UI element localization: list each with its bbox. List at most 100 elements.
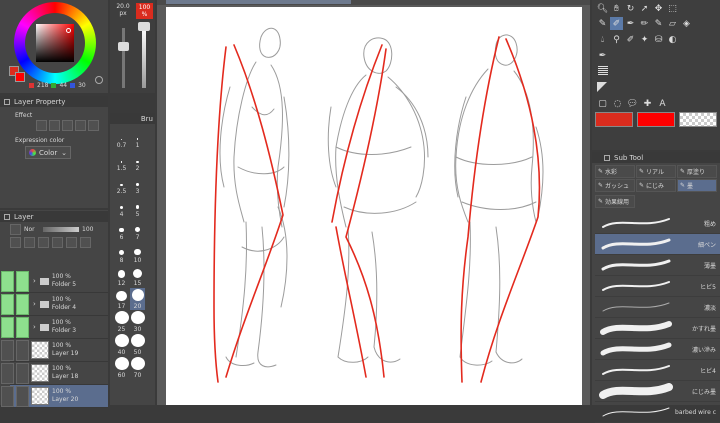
layer-lock-toggle[interactable] bbox=[16, 362, 29, 384]
sub-color-swatch[interactable] bbox=[15, 72, 25, 82]
layer-reference-button[interactable] bbox=[24, 237, 35, 248]
balloon-icon[interactable]: 💬︎ bbox=[626, 97, 639, 110]
eyedropper-icon[interactable]: ⚲ bbox=[610, 33, 623, 46]
brush-list-item[interactable]: barbed wire c bbox=[595, 402, 720, 423]
sub-tool-group-tab[interactable]: ✎ にじみ bbox=[636, 179, 676, 192]
brush-size-preset[interactable]: 70 bbox=[130, 357, 145, 379]
selection-icon[interactable]: ⬚ bbox=[666, 2, 679, 15]
brush-size-preset[interactable]: 4 bbox=[114, 196, 129, 218]
brush-size-preset[interactable]: 12 bbox=[114, 265, 129, 287]
rotate-icon[interactable]: ↻ bbox=[624, 2, 637, 15]
layer-lock-toggle[interactable] bbox=[16, 385, 29, 407]
layer-visibility-toggle[interactable] bbox=[1, 339, 14, 361]
layer-move-icon[interactable]: ✥ bbox=[652, 2, 665, 15]
layer-row[interactable]: 100 % Layer 18 bbox=[1, 362, 108, 385]
brush-size-preset[interactable]: 1 bbox=[130, 127, 145, 149]
layer-row[interactable]: 100 % Layer 19 bbox=[1, 339, 108, 362]
sub-drawing-color-swatch[interactable] bbox=[637, 112, 675, 127]
fill-icon[interactable]: ◈ bbox=[680, 17, 693, 30]
gradient-tool-icon[interactable] bbox=[598, 66, 608, 76]
frame-icon[interactable]: ▢ bbox=[596, 97, 609, 110]
gradient-icon[interactable]: ◐ bbox=[666, 33, 679, 46]
layer-row[interactable]: › 100 % Folder 3 bbox=[1, 316, 108, 339]
brush-size-preset[interactable]: 1.5 bbox=[114, 150, 129, 172]
brush-size-preset[interactable]: 25 bbox=[114, 311, 129, 333]
layer-opacity-value[interactable]: 100 bbox=[82, 226, 93, 233]
transparent-color-swatch[interactable] bbox=[679, 112, 717, 127]
correction-pen-icon[interactable]: ✒ bbox=[596, 49, 609, 62]
brush-size-preset[interactable]: 50 bbox=[130, 334, 145, 356]
eraser-icon[interactable]: ▱ bbox=[666, 17, 679, 30]
swap-colors-icon[interactable] bbox=[95, 76, 103, 84]
sub-tool-group-tab[interactable]: ✎ 墨 bbox=[677, 179, 717, 192]
brush-size-preset[interactable]: 60 bbox=[114, 357, 129, 379]
layer-visibility-toggle[interactable] bbox=[1, 385, 14, 407]
layer-clip-button[interactable] bbox=[10, 237, 21, 248]
expand-icon[interactable]: › bbox=[33, 300, 36, 308]
layer-palette-button[interactable] bbox=[80, 237, 91, 248]
brush-size-preset[interactable]: 6 bbox=[114, 219, 129, 241]
effect-mask-button[interactable] bbox=[88, 120, 99, 131]
brush-list-item[interactable]: 薄墨 bbox=[595, 255, 720, 276]
layer-lock-button[interactable] bbox=[10, 224, 21, 235]
blend-icon[interactable]: ✐ bbox=[624, 33, 637, 46]
layer-draft-button[interactable] bbox=[38, 237, 49, 248]
brush-size-preset[interactable]: 5 bbox=[130, 196, 145, 218]
brush-list-item[interactable]: 粗め bbox=[595, 213, 720, 234]
effect-border-button[interactable] bbox=[36, 120, 47, 131]
layer-row[interactable]: › 100 % Folder 5 bbox=[1, 270, 108, 293]
brush-list-item[interactable]: ヒビ4 bbox=[595, 360, 720, 381]
pen-icon[interactable]: ✎ bbox=[596, 17, 609, 30]
layer-row[interactable]: › 100 % Folder 4 bbox=[1, 293, 108, 316]
marker-icon[interactable]: ✏ bbox=[638, 17, 651, 30]
sub-tool-group-tab[interactable]: ✎ ガッシュ bbox=[595, 179, 635, 192]
move-icon[interactable]: ✋︎ bbox=[610, 2, 623, 15]
layer-lock-toggle[interactable] bbox=[16, 339, 29, 361]
brush-list-item[interactable]: かすれ墨 bbox=[595, 318, 720, 339]
brush-size-preset[interactable]: 2 bbox=[130, 150, 145, 172]
effect-color-button[interactable] bbox=[62, 120, 73, 131]
brush-size-preset[interactable]: 15 bbox=[130, 265, 145, 287]
effect-tone-button[interactable] bbox=[49, 120, 60, 131]
layer-visibility-toggle[interactable] bbox=[1, 270, 14, 292]
layer-opacity-slider[interactable] bbox=[43, 227, 79, 232]
brush-size-preset[interactable]: 8 bbox=[114, 242, 129, 264]
brush-list-item[interactable]: ヒビ5 bbox=[595, 276, 720, 297]
brush-size-preset[interactable]: 3 bbox=[130, 173, 145, 195]
opacity-slider[interactable] bbox=[138, 22, 150, 88]
brush-size-preset[interactable]: 17 bbox=[114, 288, 129, 310]
brush-size-preset[interactable]: 7 bbox=[130, 219, 145, 241]
layer-visibility-toggle[interactable] bbox=[1, 293, 14, 315]
object-select-icon[interactable]: ➚ bbox=[638, 2, 651, 15]
brush-size-preset[interactable]: 2.5 bbox=[114, 173, 129, 195]
brush-size-preset[interactable]: 0.7 bbox=[114, 127, 129, 149]
brush-list-item[interactable]: にじみ墨 bbox=[595, 381, 720, 402]
canvas-paper[interactable] bbox=[166, 7, 582, 405]
brush-size-slider[interactable] bbox=[118, 28, 129, 88]
layer-lock-toggle[interactable] bbox=[16, 293, 29, 315]
color-wheel[interactable] bbox=[14, 2, 96, 84]
brush-size-value[interactable]: 20.0 px bbox=[114, 3, 132, 17]
lasso-icon[interactable]: ◌ bbox=[611, 97, 624, 110]
expand-icon[interactable]: › bbox=[33, 323, 36, 331]
blend-mode-dropdown[interactable]: Nor bbox=[24, 226, 40, 233]
brush-list-item[interactable]: 濃い滲み bbox=[595, 339, 720, 360]
brush-size-preset[interactable]: 30 bbox=[130, 311, 145, 333]
saturation-value-square[interactable] bbox=[36, 24, 74, 62]
water-drop-icon[interactable]: 💧︎ bbox=[596, 33, 609, 46]
sub-tool-group-tab[interactable]: ✎ 厚塗り bbox=[677, 165, 717, 178]
decoration-icon[interactable]: ✦ bbox=[638, 33, 651, 46]
sub-tool-group-tab[interactable]: ✎ 水彩 bbox=[595, 165, 635, 178]
airbrush-icon[interactable]: ✒ bbox=[624, 17, 637, 30]
text-icon[interactable]: A bbox=[656, 97, 669, 110]
brush-list-item[interactable]: 濃淡 bbox=[595, 297, 720, 318]
opacity-value[interactable]: 100% bbox=[136, 3, 153, 19]
sub-tool-group-tab-effect[interactable]: ✎ 効果線用 bbox=[595, 195, 635, 208]
brush-size-preset[interactable]: 40 bbox=[114, 334, 129, 356]
brush-icon-active[interactable]: ✐ bbox=[610, 17, 623, 30]
sub-tool-group-tab[interactable]: ✎ リアル bbox=[636, 165, 676, 178]
document-tab[interactable] bbox=[166, 0, 351, 4]
layer-visibility-toggle[interactable] bbox=[1, 316, 14, 338]
expression-color-dropdown[interactable]: Color ⌄ bbox=[25, 146, 71, 159]
bucket-icon[interactable]: ⛁ bbox=[652, 33, 665, 46]
